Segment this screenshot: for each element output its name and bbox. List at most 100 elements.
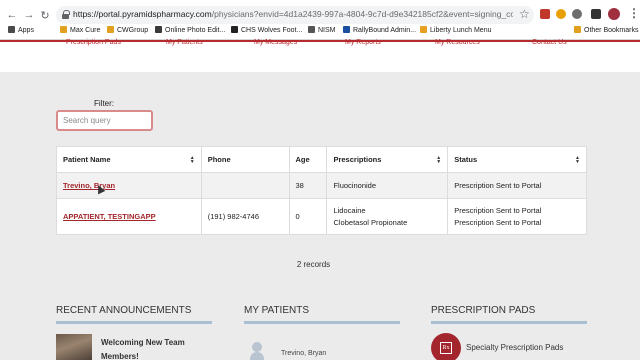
cell-status: Prescription Sent to Portal Prescription…	[447, 198, 587, 235]
cell-patient-name: Trevino, Bryan	[56, 172, 202, 199]
extension-icon-1[interactable]	[540, 9, 550, 19]
site-icon	[343, 26, 350, 33]
url-path: /physicians?envid=4d1a2439-997a-4804-9c7…	[211, 9, 513, 19]
col-patient-name[interactable]: Patient Name ▲ ▼	[56, 146, 202, 173]
patient-avatar-icon	[250, 342, 264, 360]
my-patients-rule	[244, 321, 400, 324]
col-status[interactable]: Status ▲ ▼	[447, 146, 587, 173]
announcement-headline[interactable]: Welcoming New Team Members!	[101, 336, 201, 360]
status-item: Prescription Sent to Portal	[454, 217, 542, 227]
nav-my-patients[interactable]: My Patients	[166, 39, 203, 46]
site-icon	[420, 26, 427, 33]
col-prescriptions[interactable]: Prescriptions ▲ ▼	[326, 146, 449, 173]
site-nav: Prescription Pads My Patients My Message…	[0, 39, 640, 72]
column-label: Patient Name	[63, 155, 111, 164]
site-icon	[231, 26, 238, 33]
bookmark-label: NISM	[318, 27, 336, 34]
search-input[interactable]	[56, 110, 153, 131]
col-phone: Phone	[200, 146, 290, 173]
filter-label: Filter:	[94, 99, 114, 108]
bookmark-nism[interactable]: NISM	[308, 26, 336, 34]
cell-phone: (191) 982-4746	[200, 198, 290, 235]
browser-toolbar: ← → ↻ https://portal.pyramidspharmacy.co…	[0, 0, 640, 40]
column-label: Prescriptions	[333, 155, 382, 164]
bookmarks-bar: Apps Max Cure CWGroup Online Photo Edit.…	[0, 26, 640, 39]
prescription-item: Fluocinonide	[333, 180, 376, 190]
back-button[interactable]: ←	[5, 9, 19, 21]
address-bar[interactable]: https://portal.pyramidspharmacy.com/phys…	[56, 6, 534, 24]
folder-icon	[574, 26, 581, 33]
rx-pad-icon[interactable]: Rx	[431, 333, 461, 360]
bookmark-photo-editor[interactable]: Online Photo Edit...	[155, 26, 225, 34]
apps-grid-icon	[8, 26, 15, 33]
cell-status: Prescription Sent to Portal	[447, 172, 587, 199]
cell-age: 38	[288, 172, 328, 199]
status-item: Prescription Sent to Portal	[454, 205, 542, 215]
patient-list-item[interactable]: Trevino, Bryan	[281, 350, 326, 357]
table-row: Trevino, Bryan 38 Fluocinonide Prescript…	[56, 172, 587, 199]
nav-prescription-pads[interactable]: Prescription Pads	[66, 39, 121, 46]
other-bookmarks[interactable]: Other Bookmarks	[574, 26, 638, 34]
folder-icon	[107, 26, 114, 33]
profile-avatar[interactable]	[608, 8, 620, 20]
specialty-pads-link[interactable]: Specialty Prescription Pads	[466, 343, 563, 352]
table-header-row: Patient Name ▲ ▼ Phone Age Prescriptions ▲ ▼…	[56, 146, 587, 173]
bookmark-liberty-lunch[interactable]: Liberty Lunch Menu	[420, 26, 491, 34]
extension-icon-2[interactable]	[556, 9, 566, 19]
column-label: Phone	[207, 155, 231, 164]
folder-icon	[60, 26, 67, 33]
sort-icon: ▲ ▼	[575, 155, 580, 165]
sort-icon: ▲ ▼	[189, 155, 195, 165]
bookmark-chs-wolves[interactable]: CHS Wolves Foot...	[231, 26, 302, 34]
bookmark-apps[interactable]: Apps	[8, 26, 34, 34]
nav-my-messages[interactable]: My Messages	[254, 39, 297, 46]
bookmark-label: Max Cure	[70, 27, 101, 34]
site-icon	[308, 26, 315, 33]
lock-icon	[62, 10, 70, 19]
rx-icon-label: Rx	[440, 342, 452, 354]
records-count: 2 records	[296, 260, 331, 269]
nav-my-reports[interactable]: My Reports	[345, 39, 381, 46]
announcements-rule	[56, 321, 212, 324]
bookmark-label: Apps	[18, 27, 34, 34]
patient-link[interactable]: Trevino, Bryan	[63, 181, 115, 190]
prescription-pads-title: PRESCRIPTION PADS	[431, 305, 536, 316]
table-row: APPATIENT, TESTINGAPP (191) 982-4746 0 L…	[56, 198, 587, 235]
reload-button[interactable]: ↻	[38, 9, 52, 22]
cell-prescriptions: Lidocaine Clobetasol Propionate	[326, 198, 449, 235]
prescription-pads-rule	[431, 321, 587, 324]
nav-my-resources[interactable]: My Resources	[435, 39, 480, 46]
bookmark-star-icon[interactable]: ☆	[519, 7, 530, 21]
url-domain: https://portal.pyramidspharmacy.com	[73, 9, 212, 19]
announcement-thumbnail[interactable]	[56, 334, 92, 360]
bookmark-label: CWGroup	[117, 27, 149, 34]
bookmark-label: CHS Wolves Foot...	[241, 27, 303, 34]
extension-icon-4[interactable]	[591, 9, 601, 19]
extension-icon-3[interactable]	[572, 9, 582, 19]
cell-prescriptions: Fluocinonide	[326, 172, 449, 199]
announcements-title: RECENT ANNOUNCEMENTS	[56, 305, 192, 316]
menu-kebab-icon[interactable]: ⋮	[628, 6, 640, 20]
prescription-item: Clobetasol Propionate	[333, 217, 408, 227]
bookmark-label: Liberty Lunch Menu	[430, 27, 492, 34]
bookmark-rallybound[interactable]: RallyBound Admin...	[343, 26, 416, 34]
status-item: Prescription Sent to Portal	[454, 180, 542, 190]
cell-age: 0	[288, 198, 328, 235]
bookmark-label: Other Bookmarks	[584, 27, 639, 34]
nav-contact-us[interactable]: Contact Us	[532, 39, 567, 46]
patients-table: Patient Name ▲ ▼ Phone Age Prescriptions ▲ ▼…	[56, 146, 587, 235]
bookmark-cwgroup[interactable]: CWGroup	[107, 26, 148, 34]
col-age: Age	[288, 146, 328, 173]
patient-link[interactable]: APPATIENT, TESTINGAPP	[63, 212, 156, 221]
bookmark-label: RallyBound Admin...	[353, 27, 417, 34]
url-text[interactable]: https://portal.pyramidspharmacy.com/phys…	[73, 9, 513, 19]
my-patients-title: MY PATIENTS	[244, 305, 310, 316]
photo-editor-icon	[155, 26, 162, 33]
sort-icon: ▲ ▼	[436, 155, 442, 165]
column-label: Age	[295, 155, 310, 164]
column-label: Status	[454, 155, 478, 164]
bookmark-label: Online Photo Edit...	[165, 27, 226, 34]
forward-button[interactable]: →	[22, 9, 36, 21]
bookmark-max-cure[interactable]: Max Cure	[60, 26, 100, 34]
cell-phone	[200, 172, 290, 199]
